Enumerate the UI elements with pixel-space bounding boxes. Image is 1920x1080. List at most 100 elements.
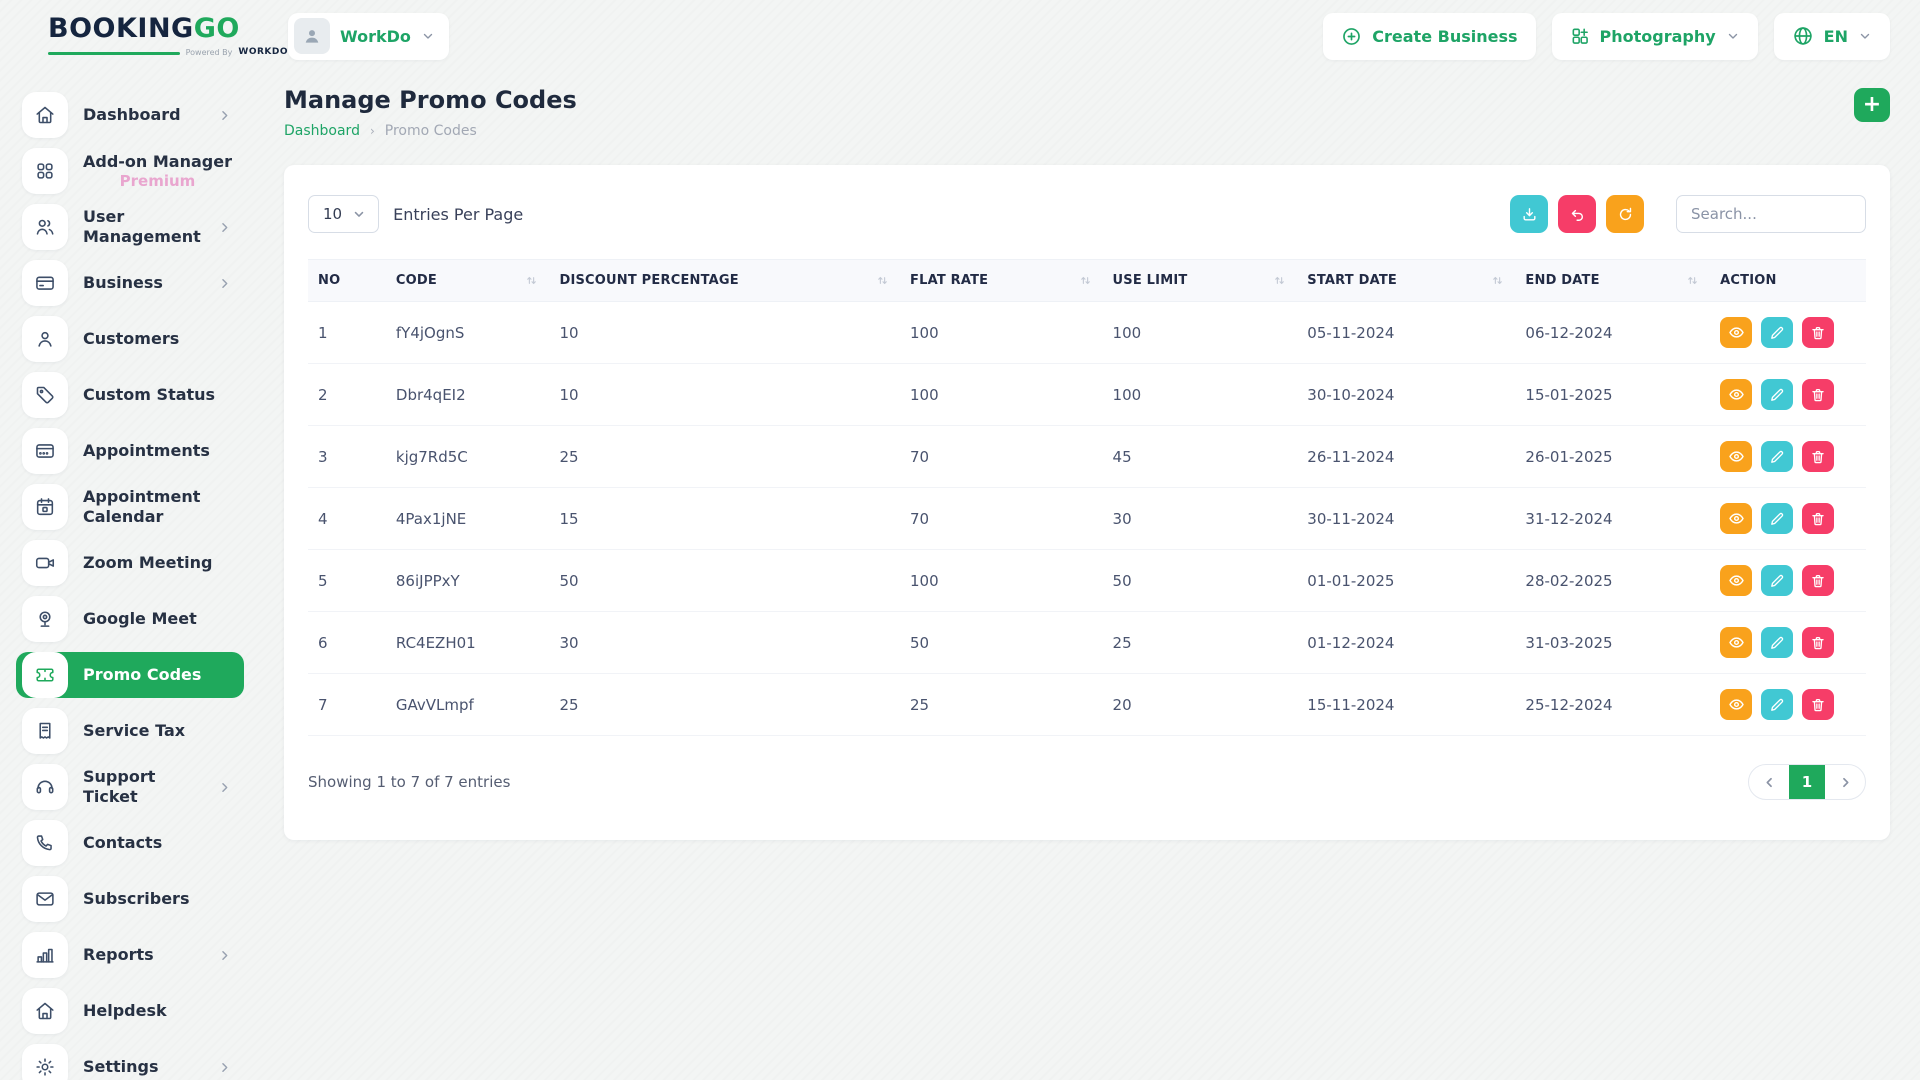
delete-button[interactable] bbox=[1802, 503, 1834, 534]
workspace-selector[interactable]: WorkDo bbox=[288, 13, 449, 60]
cell-no: 1 bbox=[308, 302, 386, 364]
pagination-prev-button[interactable] bbox=[1749, 765, 1789, 799]
business-type-selector[interactable]: Photography bbox=[1552, 13, 1758, 60]
column-header-start-date[interactable]: START DATE bbox=[1297, 260, 1515, 302]
cell-discount: 50 bbox=[549, 550, 900, 612]
cell-code: Dbr4qEI2 bbox=[386, 364, 550, 426]
chevron-down-icon bbox=[421, 29, 435, 43]
sidebar-item-subscribers[interactable]: Subscribers bbox=[16, 876, 244, 922]
sidebar-item-service-tax[interactable]: Service Tax bbox=[16, 708, 244, 754]
delete-button[interactable] bbox=[1802, 441, 1834, 472]
sort-icon[interactable] bbox=[1272, 273, 1287, 288]
column-header-discount-percentage[interactable]: DISCOUNT PERCENTAGE bbox=[549, 260, 900, 302]
column-header-end-date[interactable]: END DATE bbox=[1515, 260, 1710, 302]
view-button[interactable] bbox=[1720, 503, 1752, 534]
sidebar-item-business[interactable]: Business bbox=[16, 260, 244, 306]
cell-start-date: 30-11-2024 bbox=[1297, 488, 1515, 550]
sidebar-item-label: Add-on Manager bbox=[83, 152, 232, 172]
view-button[interactable] bbox=[1720, 565, 1752, 596]
chevron-down-icon bbox=[1726, 29, 1740, 43]
pagination-next-button[interactable] bbox=[1825, 765, 1865, 799]
sidebar-item-zoom-meeting[interactable]: Zoom Meeting bbox=[16, 540, 244, 586]
cell-flat-rate: 25 bbox=[900, 674, 1103, 736]
cell-start-date: 01-12-2024 bbox=[1297, 612, 1515, 674]
sidebar-item-dashboard[interactable]: Dashboard bbox=[16, 92, 244, 138]
sidebar-item-appointment-calendar[interactable]: Appointment Calendar bbox=[16, 484, 244, 530]
edit-button[interactable] bbox=[1761, 441, 1793, 472]
column-header-code[interactable]: CODE bbox=[386, 260, 550, 302]
export-button[interactable] bbox=[1510, 195, 1548, 233]
sidebar-item-contacts[interactable]: Contacts bbox=[16, 820, 244, 866]
delete-button[interactable] bbox=[1802, 317, 1834, 348]
table-row: 7GAvVLmpf25252015-11-202425-12-2024 bbox=[308, 674, 1866, 736]
sidebar-item-appointments[interactable]: Appointments bbox=[16, 428, 244, 474]
pencil-icon bbox=[1769, 387, 1785, 403]
edit-button[interactable] bbox=[1761, 689, 1793, 720]
cell-no: 5 bbox=[308, 550, 386, 612]
delete-button[interactable] bbox=[1802, 689, 1834, 720]
sidebar-item-label: Google Meet bbox=[83, 609, 197, 629]
sort-icon[interactable] bbox=[524, 273, 539, 288]
edit-button[interactable] bbox=[1761, 565, 1793, 596]
breadcrumb-dashboard-link[interactable]: Dashboard bbox=[284, 123, 360, 139]
view-button[interactable] bbox=[1720, 379, 1752, 410]
column-header-label: START DATE bbox=[1307, 273, 1397, 288]
view-button[interactable] bbox=[1720, 689, 1752, 720]
sidebar-item-support-ticket[interactable]: Support Ticket bbox=[16, 764, 244, 810]
delete-button[interactable] bbox=[1802, 379, 1834, 410]
helpdesk-icon bbox=[22, 988, 68, 1034]
sidebar-item-custom-status[interactable]: Custom Status bbox=[16, 372, 244, 418]
sidebar-item-settings[interactable]: Settings bbox=[16, 1044, 244, 1080]
entries-per-page-select[interactable]: 10 bbox=[308, 195, 379, 233]
refresh-button[interactable] bbox=[1606, 195, 1644, 233]
pencil-icon bbox=[1769, 635, 1785, 651]
delete-button[interactable] bbox=[1802, 627, 1834, 658]
cell-code: RC4EZH01 bbox=[386, 612, 550, 674]
create-business-button[interactable]: Create Business bbox=[1323, 13, 1535, 60]
sort-icon[interactable] bbox=[1685, 273, 1700, 288]
language-selector[interactable]: EN bbox=[1774, 13, 1890, 60]
chevron-right-icon bbox=[217, 780, 232, 795]
sort-icon[interactable] bbox=[875, 273, 890, 288]
sidebar-item-google-meet[interactable]: Google Meet bbox=[16, 596, 244, 642]
column-header-action: ACTION bbox=[1710, 260, 1866, 302]
globe-icon bbox=[1792, 25, 1814, 47]
chevron-right-icon bbox=[217, 220, 232, 235]
breadcrumb-current: Promo Codes bbox=[385, 123, 477, 139]
sidebar-item-customers[interactable]: Customers bbox=[16, 316, 244, 362]
cell-start-date: 05-11-2024 bbox=[1297, 302, 1515, 364]
delete-button[interactable] bbox=[1802, 565, 1834, 596]
column-header-use-limit[interactable]: USE LIMIT bbox=[1103, 260, 1298, 302]
view-button[interactable] bbox=[1720, 441, 1752, 472]
edit-button[interactable] bbox=[1761, 379, 1793, 410]
pagination-current-page[interactable]: 1 bbox=[1789, 765, 1825, 799]
cell-use-limit: 50 bbox=[1103, 550, 1298, 612]
sidebar-item-label: Dashboard bbox=[83, 105, 181, 125]
sidebar-item-helpdesk[interactable]: Helpdesk bbox=[16, 988, 244, 1034]
edit-button[interactable] bbox=[1761, 627, 1793, 658]
promo-codes-card: 10 Entries Per Page bbox=[284, 165, 1890, 840]
cell-use-limit: 100 bbox=[1103, 364, 1298, 426]
table-row: 586iJPPxY501005001-01-202528-02-2025 bbox=[308, 550, 1866, 612]
edit-button[interactable] bbox=[1761, 503, 1793, 534]
eye-icon bbox=[1728, 386, 1745, 403]
cell-discount: 30 bbox=[549, 612, 900, 674]
search-input[interactable] bbox=[1676, 195, 1866, 233]
sort-icon[interactable] bbox=[1078, 273, 1093, 288]
sidebar-item-user-management[interactable]: User Management bbox=[16, 204, 244, 250]
sort-icon[interactable] bbox=[1490, 273, 1505, 288]
add-promo-code-button[interactable]: + bbox=[1854, 88, 1890, 122]
users-icon bbox=[22, 204, 68, 250]
sidebar-item-add-on-manager[interactable]: Add-on ManagerPremium bbox=[16, 148, 244, 194]
column-header-flat-rate[interactable]: FLAT RATE bbox=[900, 260, 1103, 302]
eye-icon bbox=[1728, 324, 1745, 341]
eye-icon bbox=[1728, 634, 1745, 651]
premium-badge: Premium bbox=[120, 172, 196, 191]
view-button[interactable] bbox=[1720, 317, 1752, 348]
view-button[interactable] bbox=[1720, 627, 1752, 658]
reset-button[interactable] bbox=[1558, 195, 1596, 233]
sidebar-item-promo-codes[interactable]: Promo Codes bbox=[16, 652, 244, 698]
sidebar-item-reports[interactable]: Reports bbox=[16, 932, 244, 978]
grid-icon bbox=[22, 148, 68, 194]
edit-button[interactable] bbox=[1761, 317, 1793, 348]
